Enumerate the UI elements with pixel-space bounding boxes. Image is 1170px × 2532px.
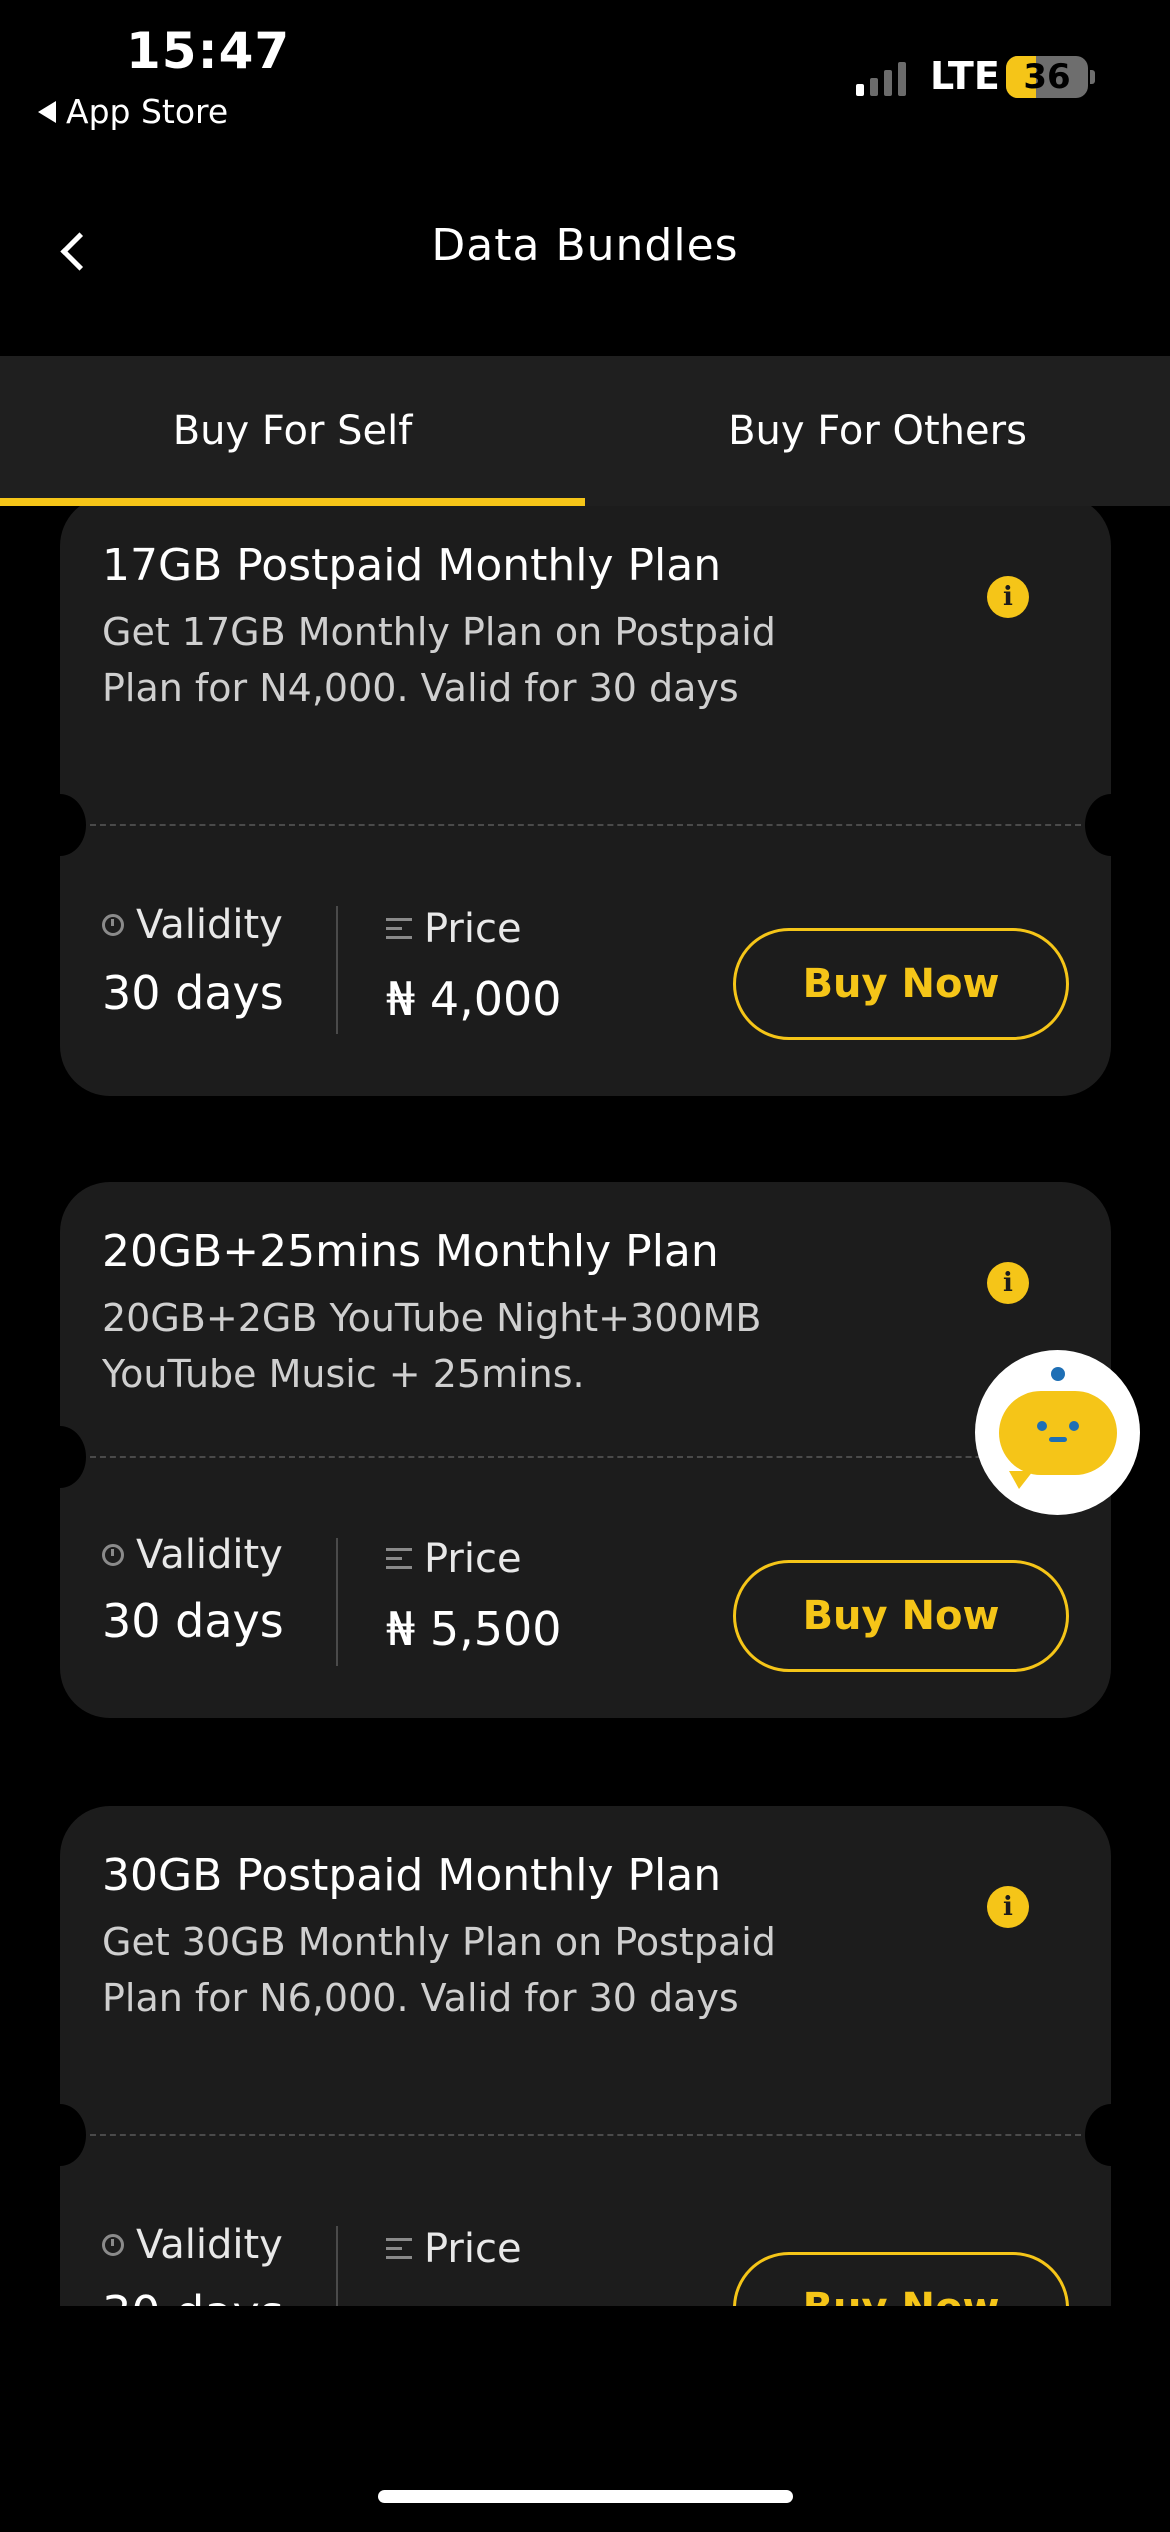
plan-description: 20GB+2GB YouTube Night+300MB YouTube Mus… <box>102 1290 882 1402</box>
plan-title: 17GB Postpaid Monthly Plan <box>102 540 722 591</box>
price-label: Price <box>386 1536 522 1582</box>
validity-label-text: Validity <box>136 1532 283 1578</box>
back-to-app-store[interactable]: App Store <box>38 92 228 131</box>
plan-card: 20GB+25mins Monthly Plan 20GB+2GB YouTub… <box>34 1182 1137 1718</box>
validity-value: 30 days <box>102 966 284 1020</box>
validity-label-text: Validity <box>136 902 283 948</box>
plan-card: 30GB Postpaid Monthly Plan Get 30GB Mont… <box>34 1806 1137 2306</box>
battery-level: 36 <box>1023 57 1071 97</box>
info-icon[interactable]: i <box>987 1262 1029 1304</box>
plan-description: Get 30GB Monthly Plan on Postpaid Plan f… <box>102 1914 882 2026</box>
tab-buy-for-others[interactable]: Buy For Others <box>585 356 1170 506</box>
clock-icon <box>102 1544 124 1566</box>
validity-label: Validity <box>102 902 283 948</box>
buy-now-button[interactable]: Buy Now <box>733 2252 1069 2306</box>
price-label: Price <box>386 906 522 952</box>
info-icon[interactable]: i <box>987 1886 1029 1928</box>
validity-label-text: Validity <box>136 2222 283 2268</box>
signal-icon <box>856 60 906 96</box>
battery-tip <box>1090 70 1095 84</box>
vertical-separator <box>336 1538 338 1666</box>
home-indicator[interactable] <box>378 2490 793 2503</box>
clock-icon <box>102 914 124 936</box>
validity-value: 30 days <box>102 2286 284 2306</box>
card-notch <box>34 2104 86 2166</box>
price-value: ₦ 5,500 <box>386 1602 562 1656</box>
vertical-separator <box>336 2226 338 2306</box>
status-bar: 15:47 App Store LTE 36 <box>0 0 1170 150</box>
plan-description-line: Plan for N4,000. Valid for 30 days <box>102 666 739 710</box>
tab-bar: Buy For Self Buy For Others <box>0 356 1170 506</box>
price-tag-icon <box>386 1548 412 1570</box>
status-time: 15:47 <box>126 22 291 80</box>
price-label: Price <box>386 2226 522 2272</box>
price-label-text: Price <box>424 1536 522 1582</box>
price-label-text: Price <box>424 906 522 952</box>
plan-description-line: Get 17GB Monthly Plan on Postpaid <box>102 610 776 654</box>
buy-now-button[interactable]: Buy Now <box>733 1560 1069 1672</box>
app-header: Data Bundles <box>0 190 1170 310</box>
card-notch <box>1085 794 1137 856</box>
plan-description-line: 20GB+2GB YouTube Night+300MB <box>102 1296 762 1340</box>
plan-description: Get 17GB Monthly Plan on Postpaid Plan f… <box>102 604 882 716</box>
plan-title: 20GB+25mins Monthly Plan <box>102 1226 719 1277</box>
price-tag-icon <box>386 918 412 940</box>
price-tag-icon <box>386 2238 412 2260</box>
chatbot-icon <box>998 1366 1117 1489</box>
chatbot-button[interactable] <box>975 1350 1140 1515</box>
price-value: ₦ 4,000 <box>386 972 562 1026</box>
dashed-divider <box>90 2134 1081 2136</box>
plan-title: 30GB Postpaid Monthly Plan <box>102 1850 722 1901</box>
plan-card: 17GB Postpaid Monthly Plan Get 17GB Mont… <box>34 506 1137 1096</box>
card-notch <box>34 1426 86 1488</box>
info-icon[interactable]: i <box>987 576 1029 618</box>
buy-now-button[interactable]: Buy Now <box>733 928 1069 1040</box>
tab-buy-for-self[interactable]: Buy For Self <box>0 356 585 506</box>
network-type: LTE <box>930 54 1000 98</box>
page-title: Data Bundles <box>431 220 739 271</box>
vertical-separator <box>336 906 338 1034</box>
plan-description-line: Plan for N6,000. Valid for 30 days <box>102 1976 739 2020</box>
validity-label: Validity <box>102 2222 283 2268</box>
clock-icon <box>102 2234 124 2256</box>
validity-label: Validity <box>102 1532 283 1578</box>
card-notch <box>34 794 86 856</box>
battery-icon: 36 <box>1006 56 1088 98</box>
price-label-text: Price <box>424 2226 522 2272</box>
back-app-label: App Store <box>66 92 229 131</box>
dashed-divider <box>90 1456 1081 1458</box>
back-triangle-icon <box>38 100 56 123</box>
plan-description-line: Get 30GB Monthly Plan on Postpaid <box>102 1920 776 1964</box>
card-notch <box>1085 2104 1137 2166</box>
validity-value: 30 days <box>102 1594 284 1648</box>
plan-description-line: YouTube Music + 25mins. <box>102 1352 585 1396</box>
dashed-divider <box>90 824 1081 826</box>
